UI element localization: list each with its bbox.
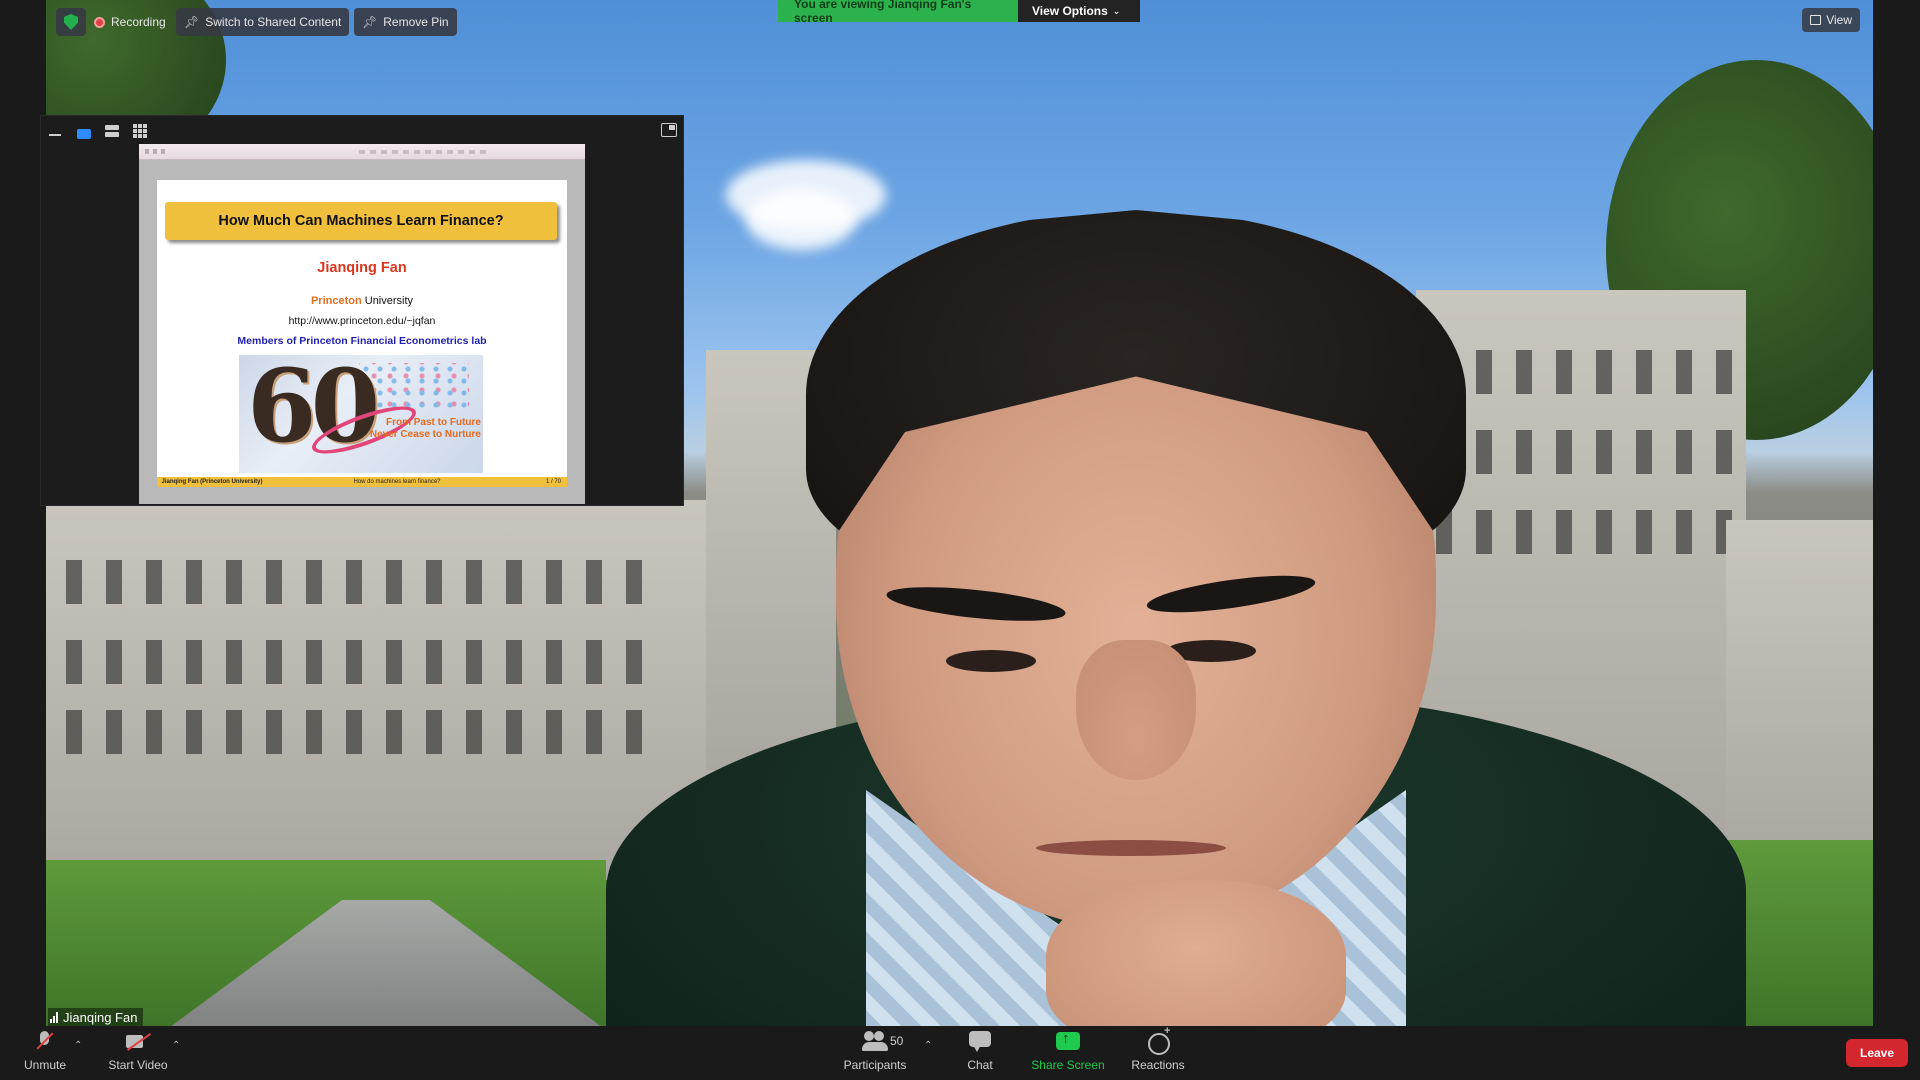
participants-count: 50: [890, 1034, 904, 1048]
slide-members-line: Members of Princeton Financial Econometr…: [237, 335, 487, 347]
switch-to-shared-content-button[interactable]: 📌︎ Switch to Shared Content: [176, 8, 350, 36]
pdf-viewer-toolbar: [139, 144, 585, 160]
minimize-icon[interactable]: [49, 134, 61, 136]
slide-footer: Jianqing Fan (Princeton University) How …: [157, 477, 567, 487]
building-windows: [1436, 430, 1736, 474]
video-options-caret-icon[interactable]: ⌃: [172, 1040, 180, 1051]
person-mouth: [1036, 840, 1226, 856]
pdf-toolbar-controls: [359, 150, 489, 154]
footer-title: How do machines learn finance?: [353, 479, 441, 485]
shared-screen-window[interactable]: How Much Can Machines Learn Finance? Jia…: [40, 115, 684, 506]
reactions-button[interactable]: Reactions: [1113, 1025, 1203, 1076]
slide-title: How Much Can Machines Learn Finance?: [165, 202, 557, 240]
share-screen-button[interactable]: Share Screen: [1023, 1030, 1113, 1076]
recording-indicator[interactable]: Recording: [86, 8, 174, 36]
shared-window-toolbar: [41, 116, 683, 144]
tagline-line-1: From Past to Future: [385, 417, 481, 428]
building-windows: [1436, 510, 1736, 554]
slide-url: http://www.princeton.edu/~jqfan: [288, 315, 436, 327]
pdf-toolbar-icons: [145, 149, 167, 154]
slide-affiliation: Princeton University: [157, 295, 567, 307]
chevron-down-icon: ⌄: [1112, 5, 1121, 16]
chat-label: Chat: [967, 1058, 993, 1072]
background-cloud: [746, 190, 856, 250]
reactions-icon: [1145, 1025, 1171, 1055]
view-grid-icon: [1810, 15, 1822, 25]
view-label: View: [1826, 13, 1852, 27]
presentation-slide: How Much Can Machines Learn Finance? Jia…: [157, 180, 567, 487]
reactions-label: Reactions: [1131, 1058, 1185, 1072]
building-windows: [66, 640, 666, 684]
person-hand: [1046, 880, 1346, 1026]
viewing-screen-label: You are viewing Jianqing Fan's screen: [778, 0, 1018, 25]
participants-options-caret-icon[interactable]: ⌃: [924, 1040, 932, 1051]
tagline-line-2: Never Cease to Nurture: [369, 429, 481, 440]
slide-affiliation-suffix: University: [364, 295, 414, 307]
footer-page: 1 / 70: [545, 479, 561, 485]
leave-button[interactable]: Leave: [1846, 1039, 1908, 1067]
person-eye: [946, 650, 1036, 672]
participants-label: Participants: [843, 1058, 907, 1072]
video-off-icon: [125, 1031, 151, 1053]
gallery-grid-icon[interactable]: [133, 124, 147, 138]
meeting-toolbar: Unmute ⌃ Start Video ⌃ Participants 50 ⌃…: [0, 1025, 1920, 1080]
slide-affiliation-org: Princeton: [310, 295, 362, 307]
anniversary-image: 60 From Past to Future Never Cease to Nu…: [239, 355, 483, 473]
remove-pin-button[interactable]: 📌︎ Remove Pin: [354, 8, 457, 36]
unmute-button[interactable]: Unmute: [0, 1030, 90, 1076]
chat-button[interactable]: Chat: [935, 1030, 1025, 1076]
footer-author: Jianqing Fan (Princeton University): [161, 479, 263, 485]
speaker-view-icon[interactable]: [77, 129, 91, 139]
pop-out-icon[interactable]: [661, 123, 677, 137]
pdf-viewer: How Much Can Machines Learn Finance? Jia…: [139, 144, 585, 504]
chat-icon: [967, 1031, 993, 1053]
speaker-name: Jianqing Fan: [63, 1009, 138, 1025]
start-video-label: Start Video: [108, 1058, 168, 1072]
remove-pin-label: Remove Pin: [383, 15, 449, 29]
shield-icon: [64, 14, 78, 30]
confetti-decoration: [359, 363, 469, 413]
unmute-label: Unmute: [23, 1058, 67, 1072]
building-windows: [1436, 350, 1736, 394]
slide-author: Jianqing Fan: [317, 260, 407, 276]
switch-label: Switch to Shared Content: [205, 15, 342, 29]
view-options-button[interactable]: View Options ⌄: [1018, 0, 1140, 22]
recording-dot-icon: [94, 16, 105, 28]
share-screen-icon: [1055, 1030, 1081, 1053]
person-nose: [1076, 640, 1196, 780]
pin-icon: 📌︎: [362, 15, 378, 29]
security-badge[interactable]: [56, 8, 86, 36]
speaker-name-tag: Jianqing Fan: [48, 1008, 144, 1026]
share-screen-label: Share Screen: [1031, 1058, 1105, 1072]
side-by-side-icon[interactable]: [105, 125, 119, 139]
building-windows: [66, 560, 666, 604]
participants-icon: [862, 1031, 888, 1053]
view-options-label: View Options: [1032, 4, 1108, 18]
signal-strength-icon: [50, 1011, 58, 1023]
recording-label: Recording: [111, 15, 166, 29]
participants-button[interactable]: Participants: [830, 1030, 920, 1076]
background-building-far-right: [1726, 520, 1873, 860]
pin-icon: 📌︎: [184, 15, 200, 29]
building-windows: [66, 710, 666, 754]
muted-mic-icon: [32, 1031, 58, 1053]
anniversary-tagline: From Past to Future Never Cease to Nurtu…: [370, 417, 481, 441]
background-building: [46, 500, 726, 880]
start-video-button[interactable]: Start Video: [93, 1030, 183, 1076]
view-button[interactable]: View: [1802, 8, 1860, 32]
audio-options-caret-icon[interactable]: ⌃: [74, 1040, 82, 1051]
viewing-banner: You are viewing Jianqing Fan's screen Vi…: [778, 0, 1140, 25]
